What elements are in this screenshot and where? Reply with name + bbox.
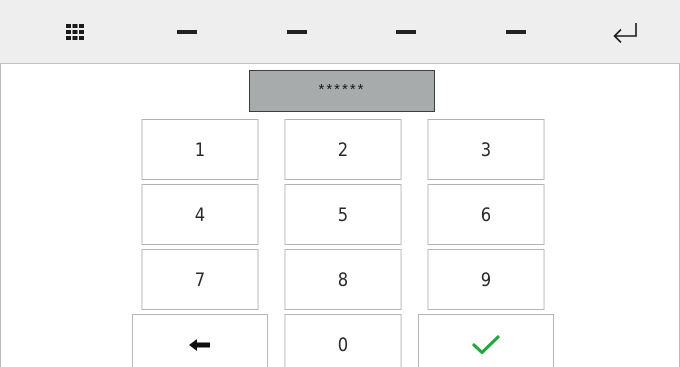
grid-keypad-icon bbox=[66, 24, 84, 40]
key-label: 3 bbox=[480, 138, 492, 161]
dash-icon bbox=[177, 30, 197, 34]
toolbar-slot-1[interactable] bbox=[152, 0, 222, 64]
key-0[interactable]: 0 bbox=[284, 314, 402, 367]
key-7[interactable]: 7 bbox=[141, 249, 259, 310]
pin-entry-screen: ****** 1 2 3 4 5 6 7 8 9 0 bbox=[0, 0, 680, 367]
backspace-arrow-icon bbox=[189, 338, 210, 351]
confirm-button[interactable] bbox=[418, 314, 554, 367]
key-2[interactable]: 2 bbox=[284, 119, 402, 180]
checkmark-icon bbox=[472, 334, 500, 354]
key-label: 8 bbox=[337, 268, 349, 291]
toolbar-slot-3[interactable] bbox=[371, 0, 441, 64]
return-button[interactable] bbox=[590, 0, 660, 64]
key-label: 4 bbox=[194, 203, 206, 226]
key-4[interactable]: 4 bbox=[141, 184, 259, 245]
key-label: 5 bbox=[337, 203, 349, 226]
key-8[interactable]: 8 bbox=[284, 249, 402, 310]
key-label: 6 bbox=[480, 203, 492, 226]
key-label: 9 bbox=[480, 268, 492, 291]
key-3[interactable]: 3 bbox=[427, 119, 545, 180]
key-1[interactable]: 1 bbox=[141, 119, 259, 180]
return-arrow-icon bbox=[613, 23, 637, 43]
toolbar-slot-4[interactable] bbox=[481, 0, 551, 64]
dash-icon bbox=[287, 30, 307, 34]
backspace-button[interactable] bbox=[132, 314, 268, 367]
key-label: 1 bbox=[194, 138, 206, 161]
keypad-toggle-button[interactable] bbox=[40, 0, 110, 64]
dash-icon bbox=[506, 30, 526, 34]
toolbar-slot-2[interactable] bbox=[262, 0, 332, 64]
top-toolbar bbox=[0, 0, 680, 64]
key-label: 2 bbox=[337, 138, 349, 161]
key-6[interactable]: 6 bbox=[427, 184, 545, 245]
password-field[interactable]: ****** bbox=[249, 70, 435, 112]
key-9[interactable]: 9 bbox=[427, 249, 545, 310]
key-label: 0 bbox=[337, 333, 349, 356]
dash-icon bbox=[396, 30, 416, 34]
key-5[interactable]: 5 bbox=[284, 184, 402, 245]
key-label: 7 bbox=[194, 268, 206, 291]
password-mask-text: ****** bbox=[318, 80, 366, 98]
